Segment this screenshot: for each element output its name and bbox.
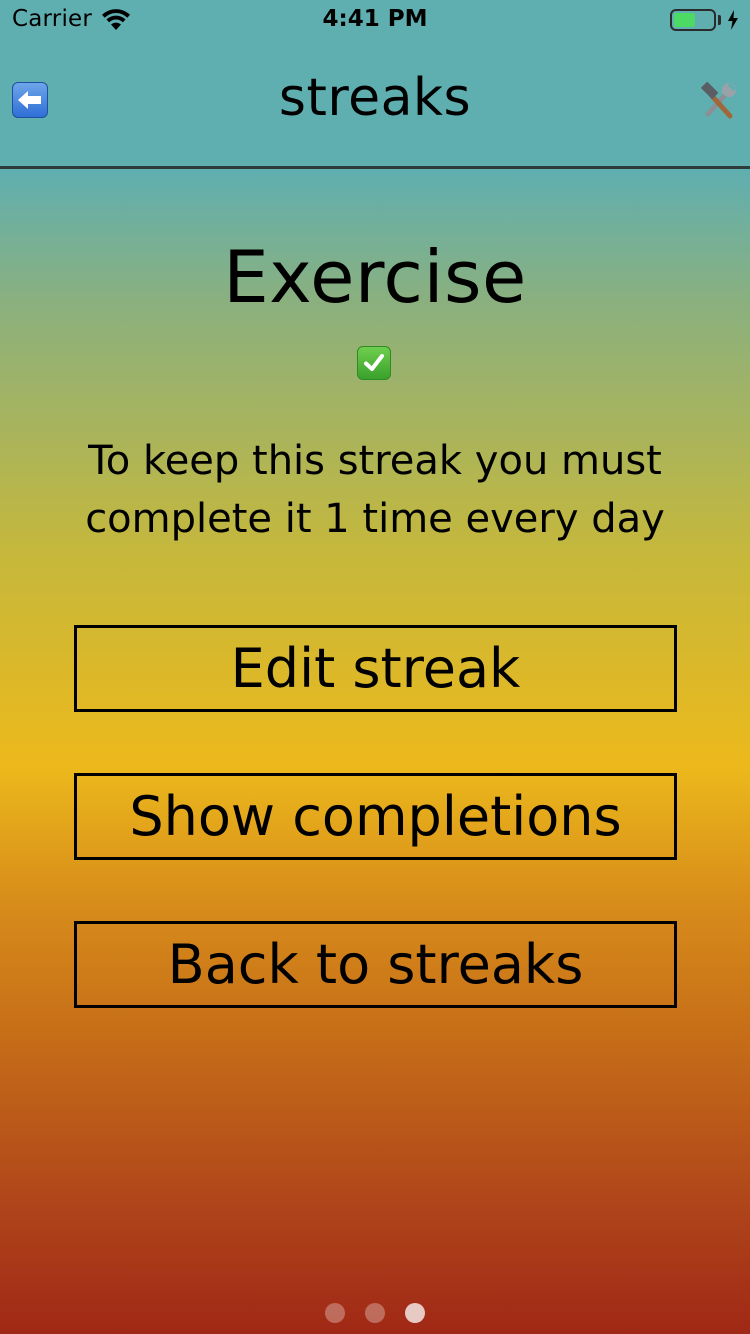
nav-bar: streaks bbox=[0, 40, 750, 169]
battery-cap bbox=[718, 15, 721, 25]
page-control[interactable] bbox=[0, 1303, 750, 1325]
edit-streak-button[interactable]: Edit streak bbox=[74, 625, 677, 712]
status-time: 4:41 PM bbox=[322, 6, 428, 32]
page-dot[interactable] bbox=[325, 1303, 345, 1323]
streak-title: Exercise bbox=[223, 235, 527, 319]
hammer-wrench-icon[interactable] bbox=[700, 80, 740, 120]
page-dot[interactable] bbox=[405, 1303, 425, 1323]
charging-bolt-icon bbox=[728, 10, 738, 30]
show-completions-button[interactable]: Show completions bbox=[74, 773, 677, 860]
back-to-streaks-button[interactable]: Back to streaks bbox=[74, 921, 677, 1008]
streak-description: To keep this streak you must complete it… bbox=[85, 438, 665, 542]
checkmark-icon bbox=[357, 346, 391, 380]
battery-icon bbox=[670, 9, 716, 31]
battery-level bbox=[674, 13, 695, 27]
page-dot[interactable] bbox=[365, 1303, 385, 1323]
checkmark-glyph bbox=[364, 354, 384, 371]
nav-title: streaks bbox=[278, 68, 472, 128]
status-bar: Carrier 4:41 PM bbox=[0, 0, 750, 40]
